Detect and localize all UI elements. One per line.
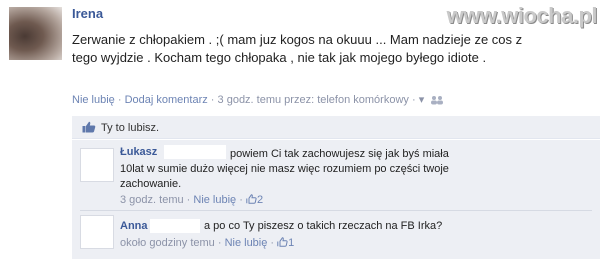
meta-separator: · xyxy=(236,194,246,206)
meta-separator: · xyxy=(408,94,419,106)
like-count-value: 2 xyxy=(256,194,264,206)
comment-text: powiem Ci tak zachowujesz się jak byś mi… xyxy=(230,148,449,160)
post-time-via: 3 godz. temu przez: telefon komórkowy xyxy=(217,94,409,106)
people-icon xyxy=(431,96,444,105)
post-unlike-link[interactable]: Nie lubię xyxy=(72,94,115,106)
redacted-name-block xyxy=(150,219,200,233)
post-text: Zerwanie z chłopakiem . ;( mam juz kogos… xyxy=(72,32,523,65)
comment-meta: około godziny temu · Nie lubię · 1 xyxy=(120,237,294,249)
meta-separator: · xyxy=(267,237,278,249)
watermark: www.wiocha.pl xyxy=(446,3,598,28)
thumbs-up-icon xyxy=(246,194,257,204)
like-count-value: 1 xyxy=(288,237,295,249)
post-add-comment-link[interactable]: Dodaj komentarz xyxy=(125,94,208,106)
meta-separator: · xyxy=(114,94,125,106)
comment-divider xyxy=(80,210,592,211)
comment-avatar[interactable] xyxy=(80,215,114,249)
redacted-name-block xyxy=(164,145,226,159)
comment-text: a po co Ty piszesz o takich rzeczach na … xyxy=(204,220,443,232)
post-meta-bar: Nie lubię · Dodaj komentarz · 3 godz. te… xyxy=(72,93,444,106)
comment-text-continued: 10lat w sumie dużo więcej nie masz więc … xyxy=(120,163,449,190)
comment-unlike-link[interactable]: Nie lubię xyxy=(225,237,268,249)
comment-meta: 3 godz. temu · Nie lubię · 2 xyxy=(120,194,263,206)
meta-separator: · xyxy=(214,237,225,249)
likes-text: Ty to lubisz. xyxy=(101,122,160,134)
comment-time: około godziny temu xyxy=(120,237,215,249)
meta-separator: · xyxy=(207,94,218,106)
meta-separator: · xyxy=(183,194,194,206)
comment-avatar[interactable] xyxy=(80,148,114,182)
comment-like-count[interactable]: 1 xyxy=(277,237,294,249)
comment-author-name[interactable]: Łukasz xyxy=(120,146,157,158)
comment-author-name[interactable]: Anna xyxy=(120,220,148,232)
privacy-chevron-icon[interactable]: ▾ xyxy=(419,94,425,106)
post-author-avatar[interactable] xyxy=(9,7,62,60)
comment-time: 3 godz. temu xyxy=(120,194,184,206)
comment-like-count[interactable]: 2 xyxy=(246,194,263,206)
thumbs-up-icon xyxy=(82,121,96,133)
comment-unlike-link[interactable]: Nie lubię xyxy=(193,194,236,206)
thumbs-up-icon xyxy=(277,237,288,247)
post-author-name[interactable]: Irena xyxy=(72,6,103,21)
